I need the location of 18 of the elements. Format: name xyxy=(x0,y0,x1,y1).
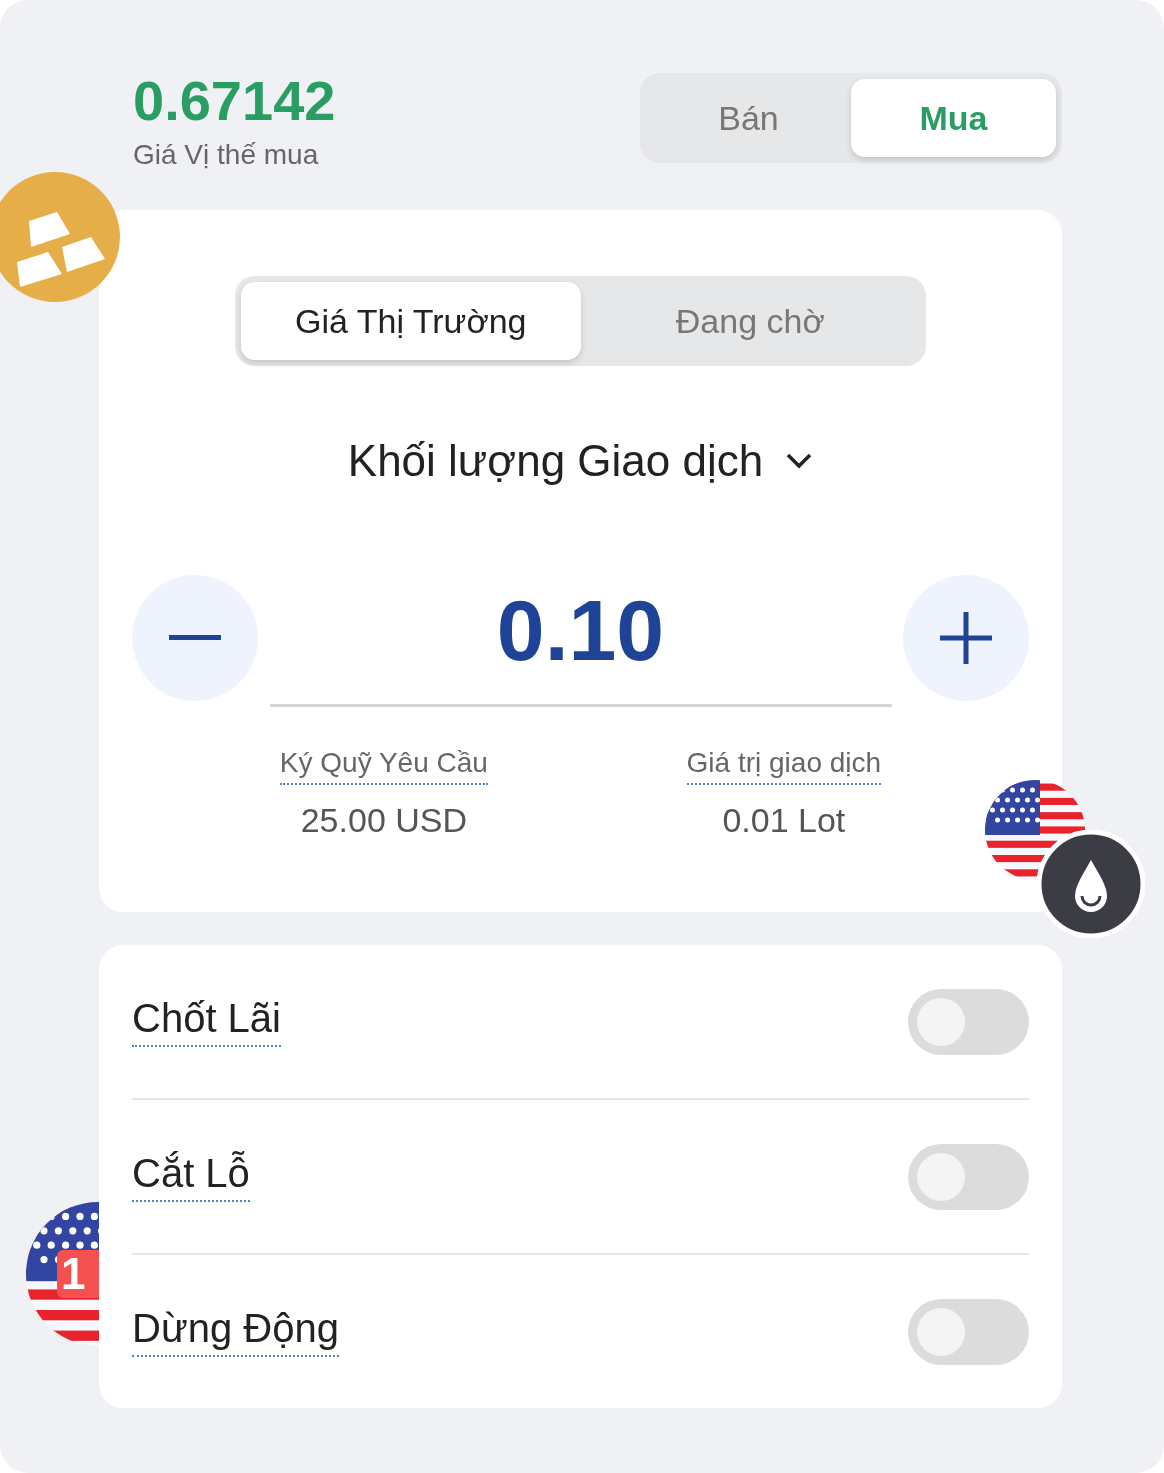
option-label: Cắt Lỗ xyxy=(132,1151,250,1202)
price-label: Giá Vị thế mua xyxy=(133,139,320,171)
stat-label: Giá trị giao dịch xyxy=(686,747,882,785)
chevron-down-icon xyxy=(785,452,814,470)
stat-value: 0.01 Lot xyxy=(722,801,846,840)
volume-value: 0.10 xyxy=(496,581,665,680)
order-type-tab[interactable]: Đang chờ xyxy=(580,282,920,360)
buy-price: 0.67142 xyxy=(133,73,336,129)
order-type-tab[interactable]: Giá Thị Trường xyxy=(241,282,581,360)
option-label: Dừng Động xyxy=(132,1306,339,1357)
volume-dropdown[interactable]: Khối lượng Giao dịch xyxy=(347,436,814,486)
stat-value: 25.00 USD xyxy=(300,801,468,840)
minus-icon xyxy=(169,634,221,641)
side-tab[interactable]: Bán xyxy=(646,79,851,157)
option-label: Chốt Lãi xyxy=(132,996,281,1047)
stat-label: Ký Quỹ Yêu Cầu xyxy=(279,747,488,785)
side-tab[interactable]: Mua xyxy=(851,79,1056,157)
plus-icon xyxy=(940,611,992,664)
